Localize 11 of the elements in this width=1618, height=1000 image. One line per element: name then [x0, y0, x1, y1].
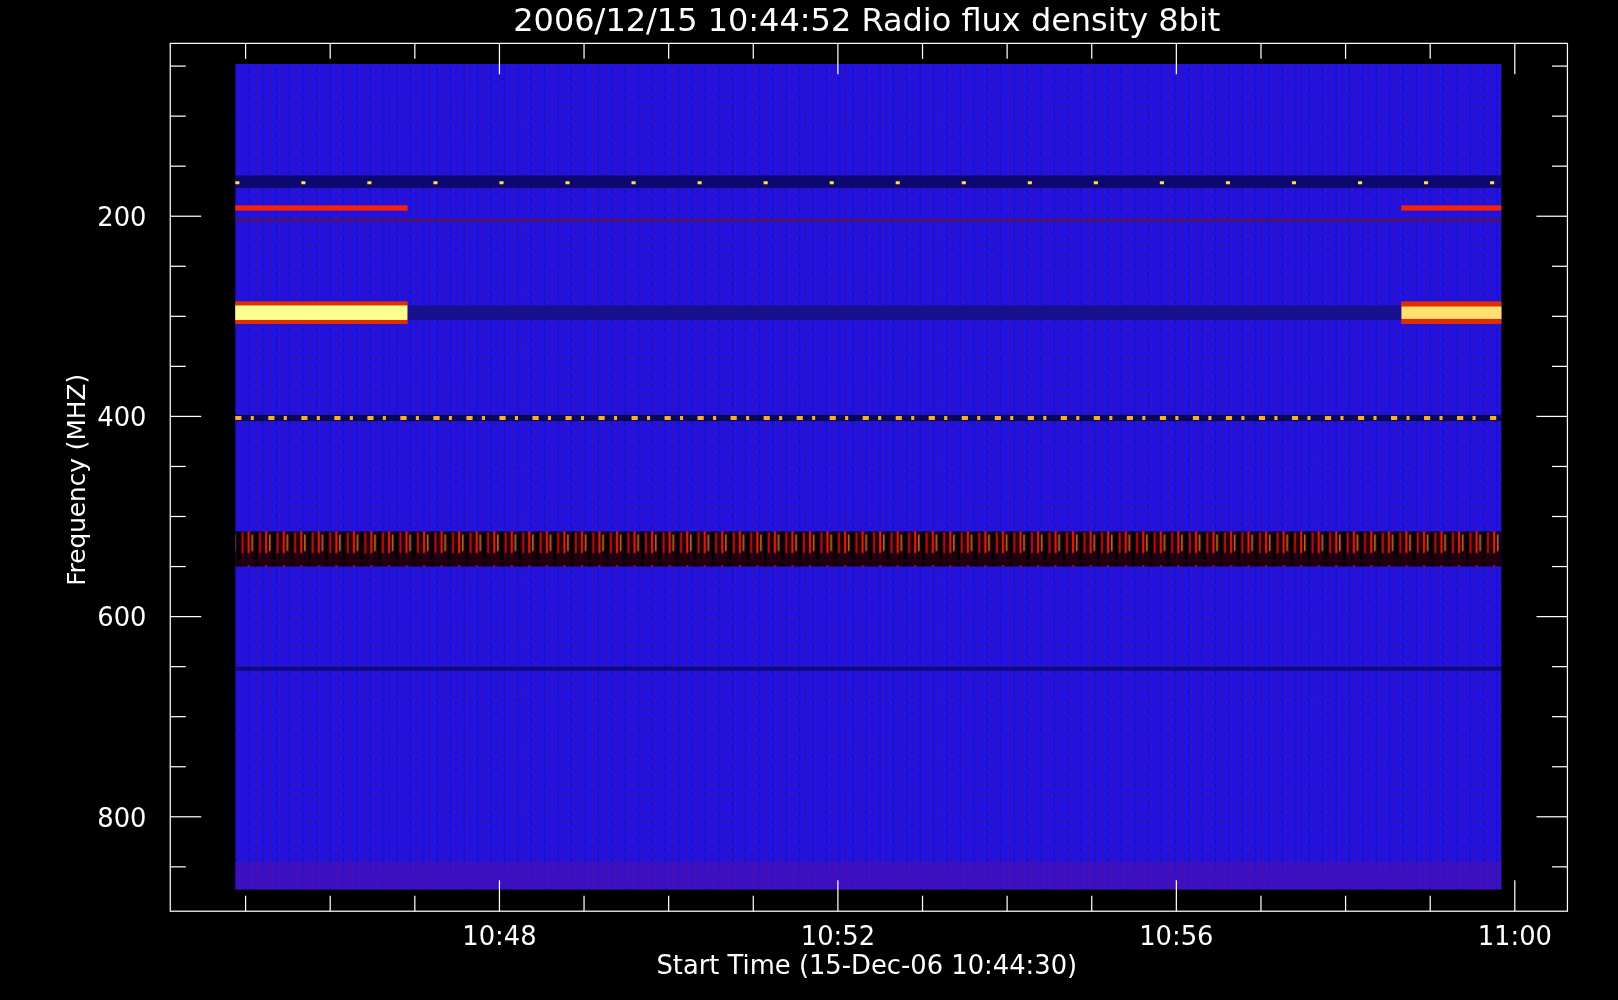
x-tick-label: 10:56 — [1139, 921, 1214, 952]
x-axis-title: Start Time (15-Dec-06 10:44:30) — [656, 950, 1078, 981]
y-tick-label: 600 — [97, 602, 147, 633]
y-tick-label: 200 — [97, 202, 147, 233]
chart-title: 2006/12/15 10:44:52 Radio flux density 8bit — [513, 1, 1221, 39]
y-axis-title: Frequency (MHZ) — [61, 373, 91, 586]
x-tick-label: 10:52 — [800, 921, 876, 952]
y-tick-label: 400 — [97, 402, 147, 433]
x-tick-label: 10:48 — [462, 921, 537, 952]
x-tick-label: 11:00 — [1477, 921, 1552, 952]
y-tick-label: 800 — [97, 802, 147, 833]
